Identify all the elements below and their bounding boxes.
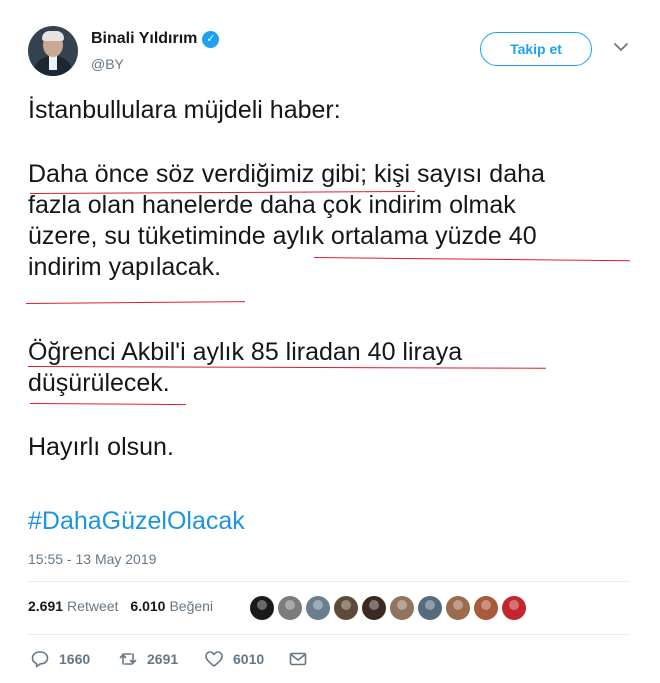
- tweet-line: Öğrenci Akbil'i aylık 85 liradan 40 lira…: [28, 338, 463, 366]
- reply-count: 1660: [59, 651, 91, 667]
- reply-button[interactable]: 1660: [30, 649, 90, 669]
- direct-message-button[interactable]: [288, 649, 308, 669]
- author-handle[interactable]: @BY: [91, 56, 124, 72]
- liker-avatar[interactable]: [474, 596, 498, 620]
- liker-avatar[interactable]: [418, 596, 442, 620]
- liker-avatar[interactable]: [390, 596, 414, 620]
- tweet-line: Daha önce söz verdiğimiz gibi; kişi sayı…: [28, 160, 545, 188]
- envelope-icon: [289, 652, 307, 666]
- liker-avatar[interactable]: [334, 596, 358, 620]
- like-action-count: 6010: [233, 651, 265, 667]
- liker-avatar[interactable]: [306, 596, 330, 620]
- retweet-button[interactable]: 2691: [118, 649, 178, 669]
- liker-avatar[interactable]: [502, 596, 526, 620]
- like-count[interactable]: 6.010: [130, 598, 165, 614]
- liker-avatar[interactable]: [278, 596, 302, 620]
- tweet-line: düşürülecek.: [28, 369, 170, 397]
- tweet-line: fazla olan hanelerde daha çok indirim ol…: [28, 191, 516, 219]
- retweet-icon: [119, 653, 137, 665]
- hashtag-link[interactable]: #DahaGüzelOlacak: [28, 506, 245, 537]
- tweet-timestamp[interactable]: 15:55 - 13 May 2019: [28, 551, 156, 567]
- liker-avatars: [250, 596, 526, 620]
- divider: [28, 581, 630, 582]
- chevron-down-icon[interactable]: [612, 38, 630, 56]
- tweet-actions: 1660 2691 6010: [30, 649, 630, 671]
- retweet-label[interactable]: Retweet: [67, 598, 118, 614]
- verified-badge-icon: ✓: [202, 30, 220, 48]
- reply-icon: [31, 651, 49, 668]
- tweet-line: İstanbullulara müjdeli haber:: [28, 96, 341, 124]
- liker-avatar[interactable]: [250, 596, 274, 620]
- liker-avatar[interactable]: [446, 596, 470, 620]
- underline-mark: [25, 301, 245, 304]
- follow-button[interactable]: Takip et: [480, 32, 592, 66]
- avatar[interactable]: [28, 26, 78, 76]
- author-name[interactable]: Binali Yıldırım: [91, 30, 197, 48]
- tweet-header: Binali Yıldırım ✓ @BY Takip et: [28, 26, 638, 82]
- underline-mark: [29, 403, 186, 406]
- liker-avatar[interactable]: [362, 596, 386, 620]
- tweet-line: üzere, su tüketiminde aylık ortalama yüz…: [28, 222, 537, 250]
- author-name-row[interactable]: Binali Yıldırım ✓: [91, 30, 220, 48]
- tweet-line: Hayırlı olsun.: [28, 433, 174, 461]
- divider: [28, 634, 630, 635]
- retweet-count[interactable]: 2.691: [28, 598, 63, 614]
- tweet-paragraph: Daha önce söz verdiğimiz gibi; kişi sayı…: [28, 159, 638, 283]
- engagement-stats: 2.691 Retweet 6.010 Beğeni: [28, 598, 213, 614]
- like-label[interactable]: Beğeni: [169, 598, 213, 614]
- retweet-action-count: 2691: [147, 651, 179, 667]
- heart-icon: [205, 651, 223, 667]
- like-button[interactable]: 6010: [204, 649, 264, 669]
